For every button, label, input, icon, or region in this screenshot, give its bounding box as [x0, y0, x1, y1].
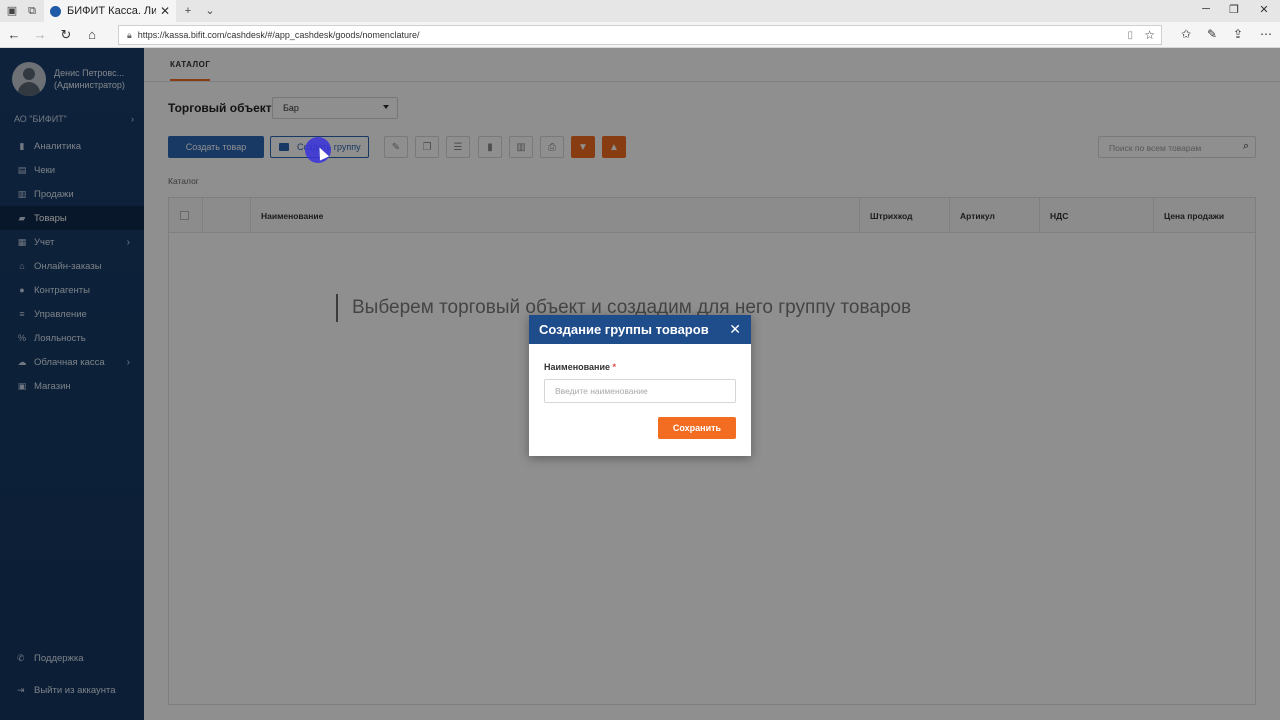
set-aside-tabs-icon[interactable]: ⧉	[24, 3, 40, 19]
tab-title: БИФИТ Касса. Личный	[67, 5, 156, 17]
required-mark: *	[612, 362, 617, 372]
dialog-header: Создание группы товаров ✕	[529, 315, 751, 344]
name-label-text: Наименование	[544, 362, 611, 372]
refresh-icon[interactable]: ↻	[58, 27, 74, 43]
lock-icon: 🔒︎	[127, 29, 132, 40]
save-button[interactable]: Сохранить	[658, 417, 736, 439]
dialog-title: Создание группы товаров	[539, 322, 709, 337]
more-icon[interactable]: ⋯	[1258, 27, 1274, 41]
back-icon[interactable]: ←	[6, 27, 22, 43]
home-icon[interactable]: ⌂	[84, 27, 100, 43]
tab-actions-icon[interactable]: ▣	[4, 3, 20, 19]
bifit-favicon-icon	[50, 5, 61, 17]
close-icon[interactable]: ✕	[729, 321, 741, 338]
name-field-label: Наименование *	[544, 362, 616, 372]
minimize-icon[interactable]: ─	[1198, 3, 1214, 15]
forward-icon[interactable]: →	[32, 27, 48, 43]
favorite-star-icon[interactable]: ☆	[1144, 28, 1155, 42]
pen-icon[interactable]: ✎	[1204, 27, 1220, 41]
create-group-dialog: Создание группы товаров ✕ Наименование *…	[529, 315, 751, 456]
url-field[interactable]: 🔒︎ https://kassa.bifit.com/cashdesk/#/ap…	[118, 25, 1162, 45]
share-icon[interactable]: ⇪	[1230, 27, 1246, 41]
favorites-icon[interactable]: ✩	[1178, 27, 1194, 41]
new-tab-icon[interactable]: +	[180, 3, 196, 19]
tab-list-chevron-icon[interactable]: ⌄	[202, 3, 218, 19]
group-name-input[interactable]: Введите наименование	[544, 379, 736, 403]
url-text: https://kassa.bifit.com/cashdesk/#/app_c…	[137, 30, 420, 40]
browser-tab[interactable]: БИФИТ Касса. Личный ✕	[44, 0, 176, 22]
close-tab-icon[interactable]: ✕	[160, 4, 170, 18]
browser-address-bar: ← → ↻ ⌂ 🔒︎ https://kassa.bifit.com/cashd…	[0, 22, 1280, 48]
reading-view-icon[interactable]: ▯	[1127, 30, 1133, 41]
restore-icon[interactable]: ❐	[1226, 3, 1242, 16]
browser-tab-bar: ▣ ⧉ БИФИТ Касса. Личный ✕ + ⌄ ─ ❐ ✕	[0, 0, 1280, 22]
close-window-icon[interactable]: ✕	[1256, 3, 1272, 16]
